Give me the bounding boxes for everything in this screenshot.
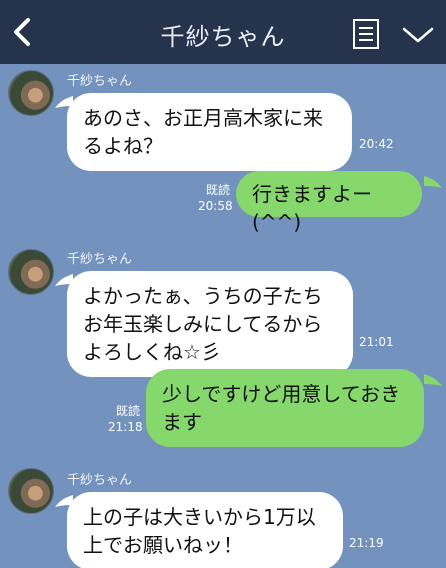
sender-name: 千紗ちゃん — [67, 473, 133, 488]
message-line: あのさ、お正月高木家に来 — [83, 106, 323, 130]
notes-button[interactable] — [352, 18, 380, 50]
avatar[interactable] — [8, 70, 54, 116]
message-time: 21:19 — [349, 536, 384, 550]
dropdown-button[interactable] — [401, 24, 435, 46]
incoming-message-bubble[interactable]: 上の子は大きいから1万以 上でお願いねッ！ — [67, 492, 343, 568]
sender-name: 千紗ちゃん — [67, 74, 133, 89]
message-line: るよね？ — [83, 134, 163, 158]
message-time: 21:18 — [108, 420, 143, 434]
message-line: よかったぁ、うちの子たち — [83, 284, 323, 308]
message-line: 上でお願いねッ！ — [83, 533, 243, 557]
bubble-tail — [424, 176, 442, 188]
chevron-down-icon — [402, 27, 434, 43]
avatar[interactable] — [8, 249, 54, 295]
bubble-tail — [424, 374, 442, 386]
notes-icon — [353, 19, 379, 49]
message-line: お年玉楽しみにしてるから — [83, 312, 323, 336]
outgoing-message-bubble[interactable]: 少しですけど用意しておき ます — [146, 369, 424, 447]
read-status: 既読 — [115, 404, 140, 418]
message-time: 20:42 — [359, 137, 394, 151]
message-time: 21:01 — [359, 335, 394, 349]
incoming-message-bubble[interactable]: よかったぁ、うちの子たち お年玉楽しみにしてるから よろしくね☆彡 — [67, 271, 353, 377]
outgoing-message-bubble[interactable]: 行きますよー(^^) — [236, 171, 422, 234]
read-status: 既読 — [205, 183, 230, 197]
chat-header: 千紗ちゃん — [0, 0, 446, 64]
message-line: ます — [162, 410, 202, 434]
message-line: 少しですけど用意しておき — [162, 382, 401, 406]
message-line: 上の子は大きいから1万以 — [83, 505, 316, 529]
sender-name: 千紗ちゃん — [67, 252, 133, 267]
message-time: 20:58 — [198, 199, 233, 213]
message-line: 行きますよー(^^) — [252, 182, 372, 234]
avatar[interactable] — [8, 468, 54, 514]
message-line: よろしくね☆彡 — [83, 340, 221, 364]
incoming-message-bubble[interactable]: あのさ、お正月高木家に来 るよね？ — [67, 93, 352, 171]
